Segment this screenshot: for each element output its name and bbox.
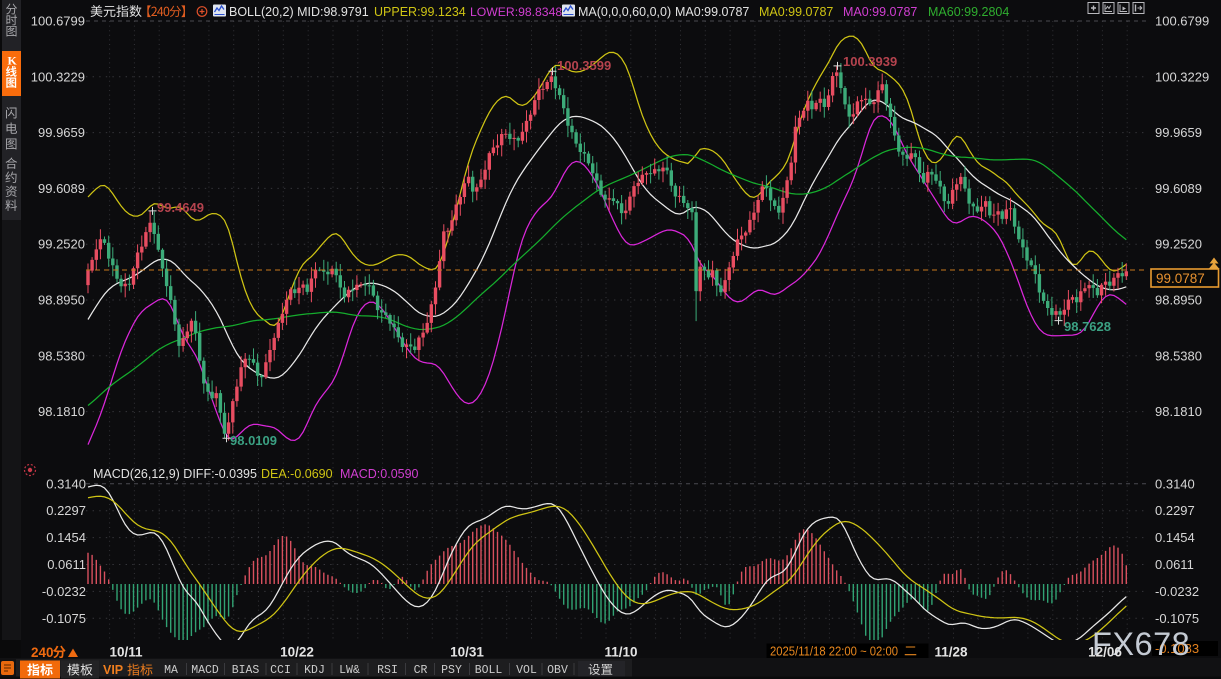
svg-text:CR: CR — [414, 664, 428, 677]
svg-text:UPPER:99.1234: UPPER:99.1234 — [374, 5, 466, 19]
svg-text:LW&: LW& — [339, 664, 360, 677]
svg-text:0.2297: 0.2297 — [1155, 503, 1195, 518]
svg-text:MA60:99.2804: MA60:99.2804 — [928, 5, 1009, 19]
svg-text:100.6799: 100.6799 — [31, 14, 85, 29]
svg-text:MA0:99.0787: MA0:99.0787 — [759, 5, 833, 19]
svg-text:0.3140: 0.3140 — [46, 476, 86, 491]
svg-text:0.2297: 0.2297 — [46, 503, 86, 518]
svg-text:0.1454: 0.1454 — [1155, 530, 1195, 545]
svg-text:99.9659: 99.9659 — [1155, 125, 1202, 140]
svg-text:MA: MA — [164, 664, 178, 677]
svg-text:99.4649: 99.4649 — [157, 200, 204, 215]
svg-text:VOL: VOL — [516, 664, 537, 677]
svg-text:BOLL(20,2) MID:98.9791: BOLL(20,2) MID:98.9791 — [229, 5, 369, 19]
svg-text:98.1810: 98.1810 — [38, 404, 85, 419]
svg-text:10/31: 10/31 — [450, 645, 484, 660]
svg-text:100.3229: 100.3229 — [1155, 69, 1209, 84]
svg-text:MA0:99.0787: MA0:99.0787 — [675, 5, 749, 19]
svg-text:-0.1075: -0.1075 — [42, 611, 86, 626]
svg-text:-0.0232: -0.0232 — [1155, 584, 1199, 599]
svg-text:99.9659: 99.9659 — [38, 125, 85, 140]
svg-text:10/22: 10/22 — [280, 645, 314, 660]
svg-text:100.3939: 100.3939 — [843, 54, 897, 69]
svg-text:99.2520: 99.2520 — [1155, 237, 1202, 252]
svg-text:10/11: 10/11 — [109, 645, 143, 660]
svg-text:99.0787: 99.0787 — [1156, 271, 1205, 286]
svg-text:100.6799: 100.6799 — [1155, 14, 1209, 29]
svg-text:CCI: CCI — [270, 664, 291, 677]
svg-text:MACD(26,12,9) DIFF:-0.0395: MACD(26,12,9) DIFF:-0.0395 — [93, 467, 257, 481]
svg-text:98.5380: 98.5380 — [38, 348, 85, 363]
svg-text:MA(0,0,0,60,0,0): MA(0,0,0,60,0,0) — [578, 5, 671, 19]
svg-text:98.5380: 98.5380 — [1155, 348, 1202, 363]
svg-text:11/10: 11/10 — [604, 645, 637, 660]
svg-text:OBV: OBV — [547, 664, 568, 677]
svg-text:DEA:-0.0690: DEA:-0.0690 — [261, 467, 333, 481]
svg-text:BIAS: BIAS — [232, 664, 260, 677]
svg-text:RSI: RSI — [377, 664, 398, 677]
svg-text:K: K — [8, 54, 18, 68]
svg-text:100.3599: 100.3599 — [557, 58, 611, 73]
svg-text:2025/11/18 22:00 ~ 02:00: 2025/11/18 22:00 ~ 02:00 — [770, 644, 898, 659]
svg-text:99.6089: 99.6089 — [38, 181, 85, 196]
svg-text:0.0611: 0.0611 — [47, 557, 86, 572]
svg-text:MACD:0.0590: MACD:0.0590 — [340, 467, 419, 481]
svg-text:99.6089: 99.6089 — [1155, 181, 1202, 196]
svg-text:0.1454: 0.1454 — [46, 530, 86, 545]
svg-text:MA0:99.0787: MA0:99.0787 — [843, 5, 917, 19]
svg-text:0.3140: 0.3140 — [1155, 476, 1195, 491]
svg-text:-0.1075: -0.1075 — [1155, 611, 1199, 626]
svg-text:98.7628: 98.7628 — [1064, 319, 1111, 334]
svg-text:BOLL: BOLL — [475, 664, 503, 677]
svg-text:PSY: PSY — [441, 664, 462, 677]
svg-text:12/06: 12/06 — [1088, 645, 1122, 660]
svg-text:99.2520: 99.2520 — [38, 237, 85, 252]
svg-text:MACD: MACD — [191, 664, 219, 677]
svg-text:98.8950: 98.8950 — [38, 293, 85, 308]
svg-text:98.1810: 98.1810 — [1155, 404, 1202, 419]
svg-text:VIP: VIP — [103, 663, 123, 677]
svg-text:KDJ: KDJ — [304, 664, 325, 677]
svg-text:-0.0232: -0.0232 — [42, 584, 86, 599]
svg-text:240: 240 — [31, 645, 54, 660]
svg-text:11/28: 11/28 — [934, 645, 968, 660]
svg-text:100.3229: 100.3229 — [31, 69, 85, 84]
svg-text:LOWER:98.8348: LOWER:98.8348 — [470, 5, 562, 19]
svg-text:98.0109: 98.0109 — [230, 433, 277, 448]
svg-text:98.8950: 98.8950 — [1155, 293, 1202, 308]
svg-text:0.0611: 0.0611 — [1155, 557, 1194, 572]
